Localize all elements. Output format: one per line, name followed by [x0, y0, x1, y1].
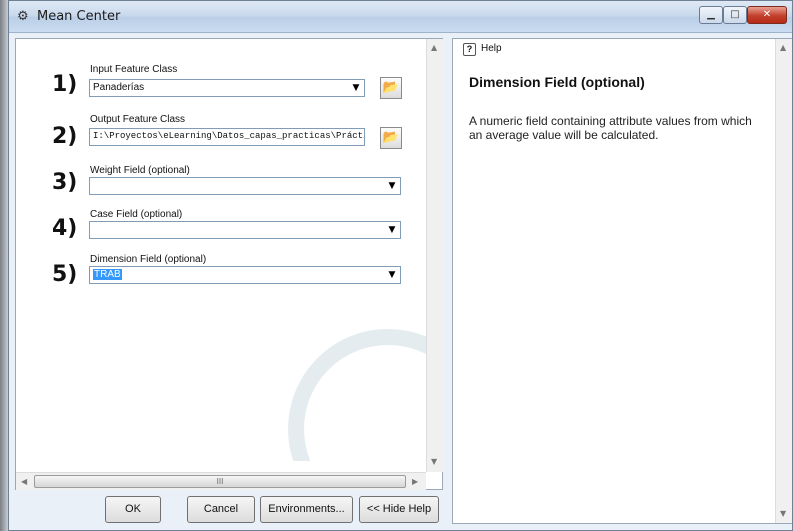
scroll-right-icon[interactable]: ▶ — [412, 477, 418, 486]
chevron-down-icon[interactable]: ▼ — [349, 81, 363, 95]
ok-button[interactable]: OK — [105, 496, 161, 523]
input-feature-class-value: Panaderías — [93, 82, 145, 93]
parameters-pane: 1) Input Feature Class Panaderías ▼ 📂 2)… — [15, 38, 443, 490]
dimension-field-label: Dimension Field (optional) — [90, 254, 207, 265]
weight-field-label: Weight Field (optional) — [90, 165, 190, 176]
param-number-3: 3) — [52, 170, 78, 195]
browse-output-button[interactable]: 📂 — [380, 127, 402, 149]
left-vertical-scrollbar[interactable]: ▲ ▼ — [426, 39, 443, 472]
chevron-down-icon[interactable]: ▼ — [385, 268, 399, 282]
chevron-down-icon[interactable]: ▼ — [385, 223, 399, 237]
horizontal-scrollbar[interactable]: ◀ III ▶ — [16, 472, 426, 490]
param-number-2: 2) — [52, 124, 78, 149]
input-feature-class-select[interactable]: Panaderías ▼ — [89, 79, 365, 97]
environments-button[interactable]: Environments... — [260, 496, 353, 523]
open-folder-icon: 📂 — [382, 80, 400, 95]
help-description: A numeric field containing attribute val… — [469, 114, 752, 142]
param-number-5: 5) — [52, 262, 78, 287]
scroll-down-icon[interactable]: ▼ — [780, 509, 786, 518]
maximize-button[interactable]: □ — [723, 6, 747, 24]
scroll-up-icon[interactable]: ▲ — [431, 43, 437, 52]
window-title: Mean Center — [37, 9, 121, 24]
help-icon: ? — [463, 43, 476, 56]
close-button[interactable]: ✕ — [747, 6, 787, 24]
browse-input-button[interactable]: 📂 — [380, 77, 402, 99]
open-folder-icon: 📂 — [382, 130, 400, 145]
scroll-up-icon[interactable]: ▲ — [780, 43, 786, 52]
case-field-label: Case Field (optional) — [90, 209, 183, 220]
minimize-button[interactable]: ▁ — [699, 6, 723, 24]
input-feature-class-label: Input Feature Class — [90, 64, 178, 75]
scroll-down-icon[interactable]: ▼ — [431, 457, 437, 466]
title-bar[interactable]: ⚙ Mean Center ▁ □ ✕ — [9, 1, 792, 33]
output-feature-class-label: Output Feature Class — [90, 114, 186, 125]
scroll-left-icon[interactable]: ◀ — [21, 477, 27, 486]
dimension-field-value: TRAB — [93, 269, 122, 280]
help-tab-label: Help — [481, 43, 502, 54]
help-pane: ? Help Dimension Field (optional) A nume… — [452, 38, 792, 524]
hide-help-button[interactable]: << Hide Help — [359, 496, 439, 523]
help-title: Dimension Field (optional) — [469, 74, 645, 90]
horizontal-scroll-thumb[interactable]: III — [34, 475, 406, 488]
param-number-4: 4) — [52, 216, 78, 241]
cancel-button[interactable]: Cancel — [187, 496, 255, 523]
chevron-down-icon[interactable]: ▼ — [385, 179, 399, 193]
help-tab[interactable]: ? Help — [453, 39, 773, 59]
desktop-background — [0, 0, 8, 531]
mean-center-dialog: ⚙ Mean Center ▁ □ ✕ 1) Input Feature Cla… — [8, 0, 793, 531]
dimension-field-select[interactable]: TRAB ▼ — [89, 266, 401, 284]
help-vertical-scrollbar[interactable]: ▲ ▼ — [775, 39, 792, 523]
case-field-select[interactable]: ▼ — [89, 221, 401, 239]
output-feature-class-value: I:\Proyectos\eLearning\Datos_capas_pract… — [93, 131, 364, 141]
param-number-1: 1) — [52, 72, 78, 97]
output-feature-class-input[interactable]: I:\Proyectos\eLearning\Datos_capas_pract… — [89, 128, 365, 146]
toolbox-icon: ⚙ — [17, 9, 29, 24]
weight-field-select[interactable]: ▼ — [89, 177, 401, 195]
